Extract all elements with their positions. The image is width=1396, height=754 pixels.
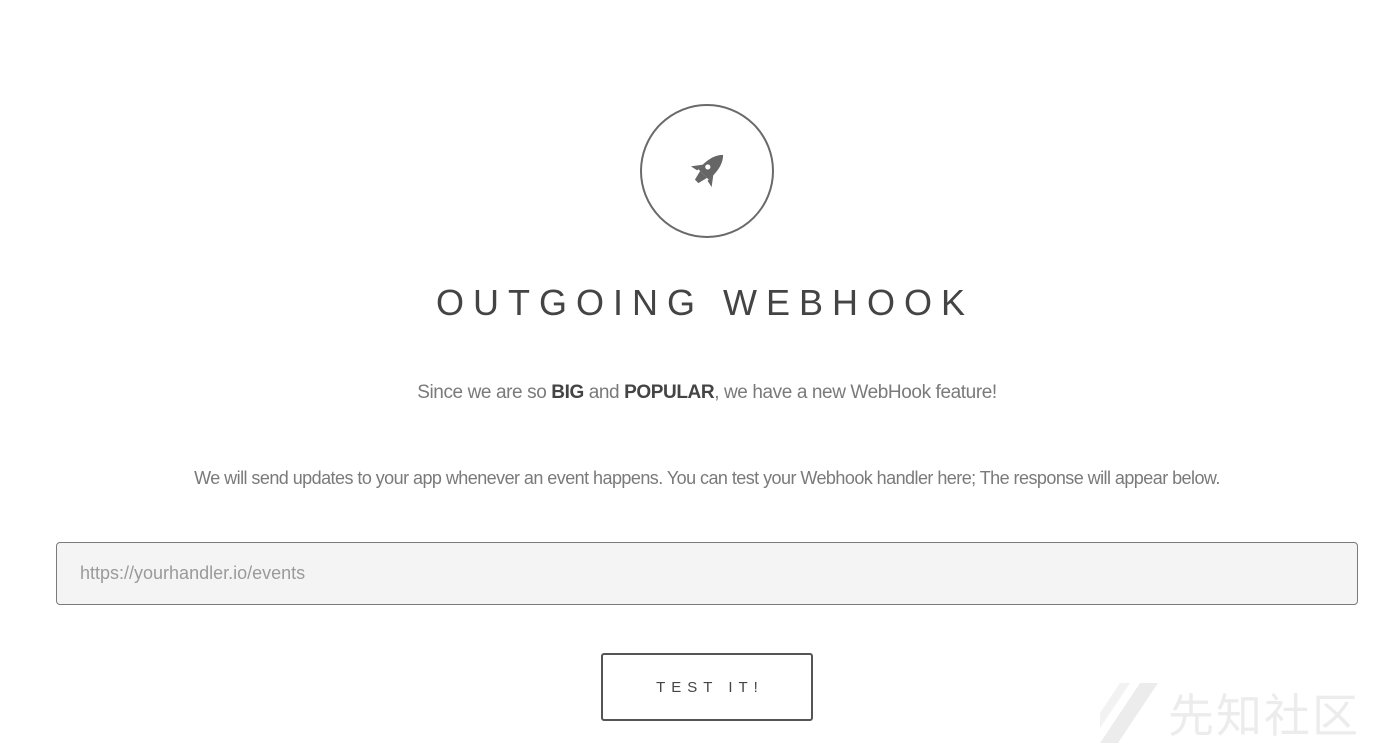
intro-text: Since we are so BIG and POPULAR, we have… [0, 380, 1396, 406]
rocket-icon-badge [640, 104, 774, 238]
intro-text-part: Since we are so [417, 382, 552, 403]
test-it-button[interactable]: TEST IT! [601, 653, 813, 721]
intro-text-part: , we have a new WebHook feature! [714, 382, 997, 403]
watermark-text: 先知社区 [1168, 689, 1360, 743]
intro-bold-popular: POPULAR [624, 382, 715, 403]
webhook-url-input[interactable] [56, 542, 1358, 605]
webhook-page: OUTGOING WEBHOOK Since we are so BIG and… [0, 0, 1396, 754]
intro-bold-big: BIG [551, 382, 584, 403]
page-title: OUTGOING WEBHOOK [435, 282, 974, 323]
watermark-logo-icon [1100, 683, 1158, 743]
watermark: 先知社区 [1100, 680, 1360, 746]
rocket-icon [690, 154, 724, 188]
description-text: We will send updates to your app wheneve… [194, 468, 1220, 488]
intro-text-part: and [583, 382, 625, 403]
